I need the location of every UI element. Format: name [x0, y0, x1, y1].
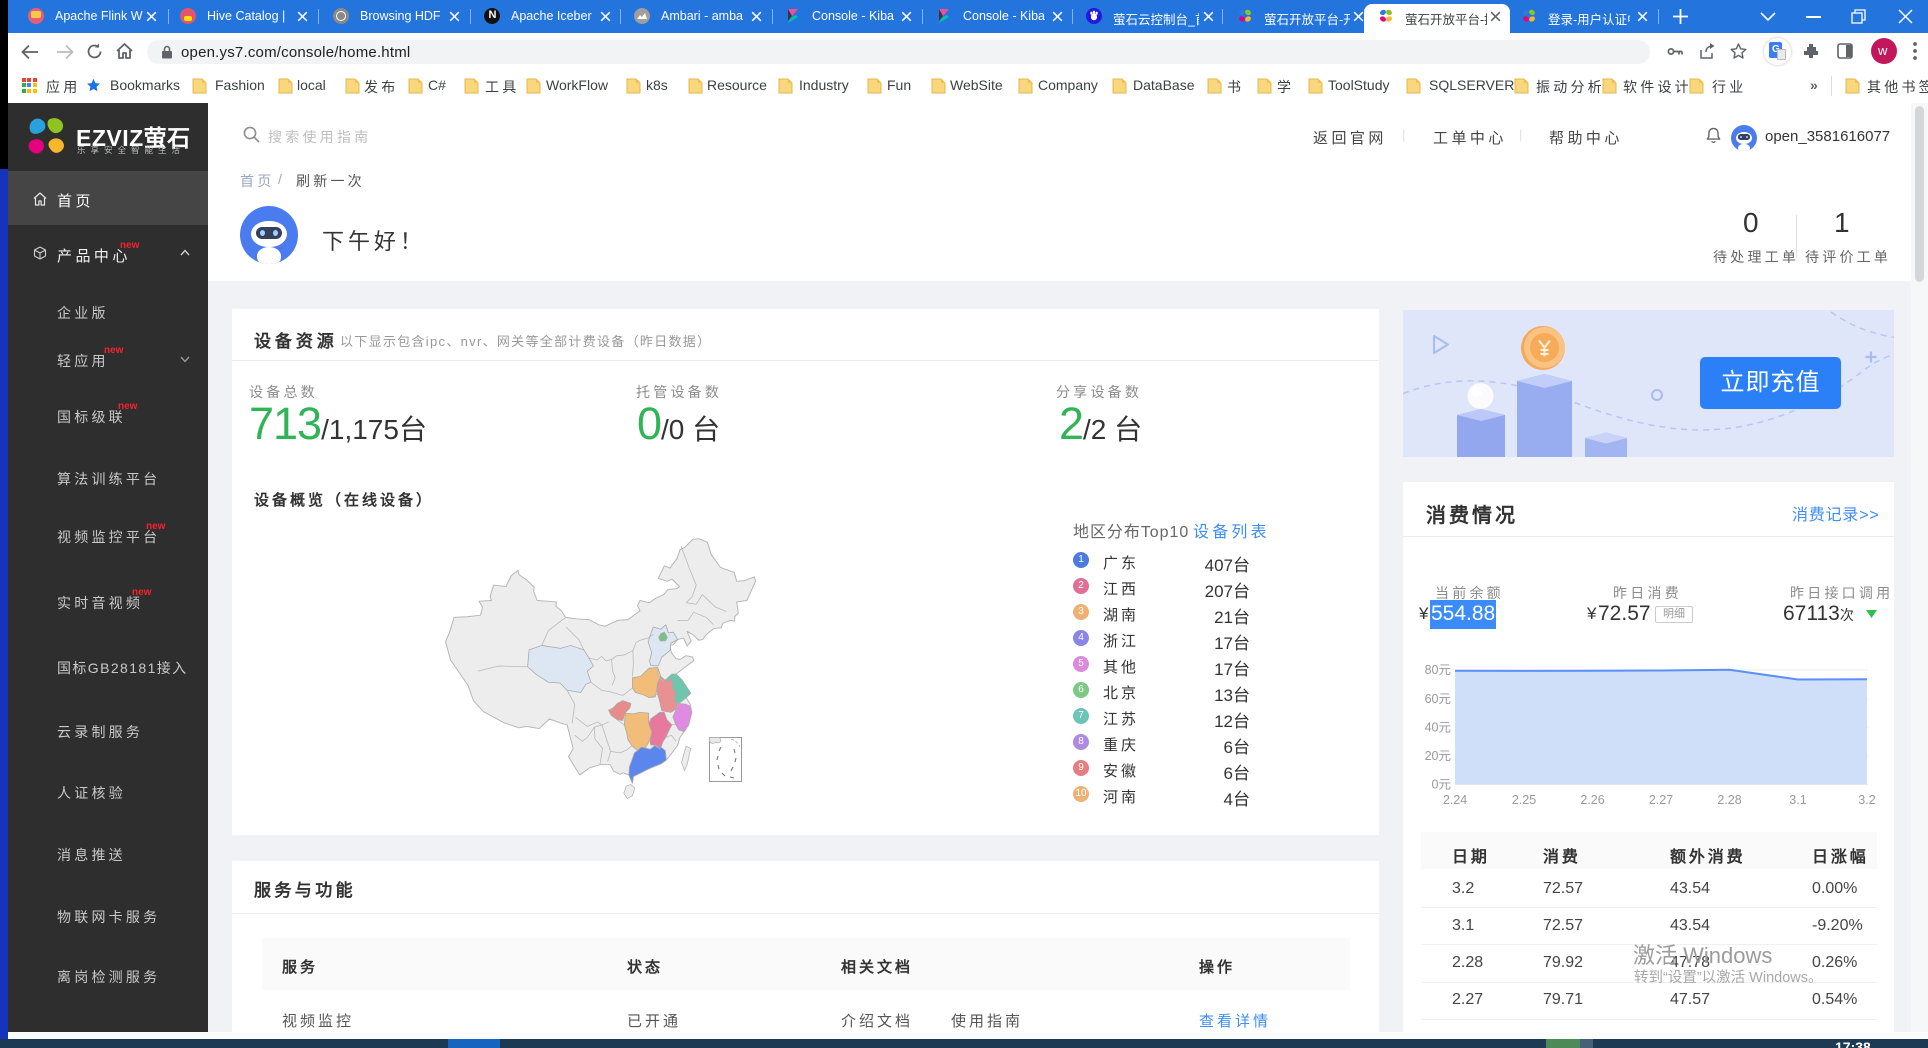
svg-text:2.28: 2.28 — [1717, 793, 1741, 807]
svg-text:0元: 0元 — [1432, 778, 1451, 792]
svg-text:2.27: 2.27 — [1649, 793, 1673, 807]
svg-text:3.2: 3.2 — [1858, 793, 1875, 807]
svg-text:80元: 80元 — [1425, 663, 1451, 677]
svg-text:20元: 20元 — [1425, 749, 1451, 763]
svg-text:2.25: 2.25 — [1512, 793, 1536, 807]
svg-text:2.26: 2.26 — [1580, 793, 1604, 807]
svg-text:60元: 60元 — [1425, 692, 1451, 706]
svg-text:3.1: 3.1 — [1789, 793, 1806, 807]
svg-text:2.24: 2.24 — [1443, 793, 1467, 807]
svg-text:40元: 40元 — [1425, 721, 1451, 735]
